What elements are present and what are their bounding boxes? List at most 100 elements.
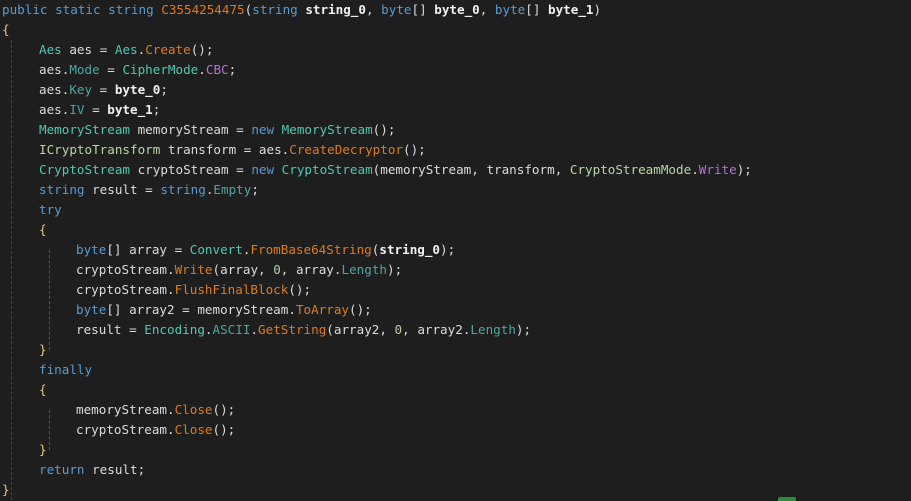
code-line: ICryptoTransform transform = aes.CreateD… — [39, 140, 426, 160]
identifier: array2 — [417, 322, 463, 337]
punctuation: ; — [228, 62, 237, 77]
identifier: array — [220, 262, 259, 277]
parameter: byte_1 — [107, 102, 153, 117]
keyword: byte — [76, 302, 107, 317]
identifier: array — [295, 262, 334, 277]
type-name: CryptoStream — [39, 162, 138, 177]
identifier: result — [92, 182, 146, 197]
punctuation: , — [471, 162, 487, 177]
number-literal: 0 — [394, 322, 403, 337]
punctuation: . — [691, 162, 699, 177]
keyword: return — [39, 462, 93, 477]
type-name: MemoryStream — [281, 122, 373, 137]
brace: { — [39, 382, 47, 397]
punctuation: ; — [152, 102, 161, 117]
punctuation: = — [182, 302, 198, 317]
punctuation: [] — [106, 242, 130, 257]
type-name: CryptoStream — [281, 162, 373, 177]
keyword: byte — [381, 2, 412, 17]
identifier: aes — [39, 62, 62, 77]
punctuation: [] — [106, 302, 130, 317]
type-name: CryptoStreamMode — [569, 162, 692, 177]
keyword: public — [2, 2, 56, 17]
punctuation: = — [129, 322, 145, 337]
parameter: string_0 — [379, 242, 441, 257]
parameter: byte_1 — [548, 2, 594, 17]
punctuation: (); — [288, 282, 312, 297]
property-name: Length — [470, 322, 516, 337]
punctuation: (); — [212, 402, 236, 417]
method-name: FlushFinalBlock — [174, 282, 289, 297]
method-name: Create — [145, 42, 191, 57]
code-line: finally — [39, 360, 92, 380]
punctuation: , — [479, 2, 495, 17]
punctuation: ; — [251, 182, 259, 197]
code-line: byte[] array = Convert.FromBase64String(… — [76, 240, 455, 260]
type-name: Encoding — [144, 322, 205, 337]
code-line: result = Encoding.ASCII.GetString(array2… — [76, 320, 531, 340]
punctuation: . — [167, 402, 175, 417]
keyword: static — [55, 2, 109, 17]
type-name: Aes — [39, 42, 70, 57]
code-line: public static string C3554254475(string … — [2, 0, 601, 20]
method-name: ToArray — [295, 302, 350, 317]
identifier: cryptoStream — [137, 162, 237, 177]
identifier: aes — [258, 142, 282, 157]
punctuation: [] — [411, 2, 435, 17]
identifier: cryptoStream — [76, 262, 167, 277]
status-marker — [778, 497, 796, 501]
punctuation: . — [198, 62, 206, 77]
brace: { — [39, 222, 47, 237]
identifier: result — [92, 462, 138, 477]
property-name: Mode — [69, 62, 100, 77]
punctuation: , — [379, 322, 395, 337]
method-name: Write — [174, 262, 213, 277]
parameter: string_0 — [305, 2, 366, 17]
identifier: memoryStream — [76, 402, 167, 417]
keyword: finally — [39, 362, 93, 377]
punctuation: = — [243, 142, 259, 157]
punctuation: ; — [160, 82, 168, 97]
identifier: cryptoStream — [76, 422, 167, 437]
punctuation: = — [99, 62, 123, 77]
type-name: Convert — [189, 242, 243, 257]
punctuation: . — [204, 322, 213, 337]
punctuation: = — [84, 102, 108, 117]
code-line: } — [39, 440, 47, 460]
property-name: IV — [69, 102, 85, 117]
keyword: byte — [494, 2, 526, 17]
identifier: transform — [486, 162, 555, 177]
brace: } — [39, 442, 47, 457]
punctuation: ( — [212, 262, 221, 277]
method-name: Close — [174, 422, 213, 437]
code-line: memoryStream.Close(); — [76, 400, 235, 420]
code-line: MemoryStream memoryStream = new MemorySt… — [39, 120, 395, 140]
identifier: transform — [167, 142, 244, 157]
punctuation: = — [145, 182, 161, 197]
punctuation: . — [167, 282, 175, 297]
type-name: MemoryStream — [39, 122, 138, 137]
identifier: memoryStream — [197, 302, 289, 317]
code-line: return result; — [39, 460, 145, 480]
punctuation: (); — [212, 422, 236, 437]
enum-member: CBC — [205, 62, 229, 77]
keyword: byte — [76, 242, 107, 257]
punctuation: ) — [593, 2, 602, 17]
keyword: string — [252, 2, 306, 17]
brace: } — [2, 482, 10, 497]
punctuation: , — [258, 262, 274, 277]
punctuation: ); — [386, 262, 403, 277]
punctuation: ; — [137, 462, 146, 477]
keyword: new — [251, 122, 282, 137]
identifier: cryptoStream — [76, 282, 167, 297]
code-line: } — [2, 480, 10, 500]
punctuation: . — [288, 302, 296, 317]
method-name: C3554254475 — [161, 2, 245, 17]
property-name: Length — [341, 262, 387, 277]
property-name: Empty — [213, 182, 252, 197]
code-line: aes.Key = byte_0; — [39, 80, 168, 100]
code-editor[interactable]: public static string C3554254475 (string … — [2, 0, 911, 501]
punctuation: ); — [515, 322, 532, 337]
type-name: Aes — [114, 42, 138, 57]
identifier: result — [76, 322, 130, 337]
